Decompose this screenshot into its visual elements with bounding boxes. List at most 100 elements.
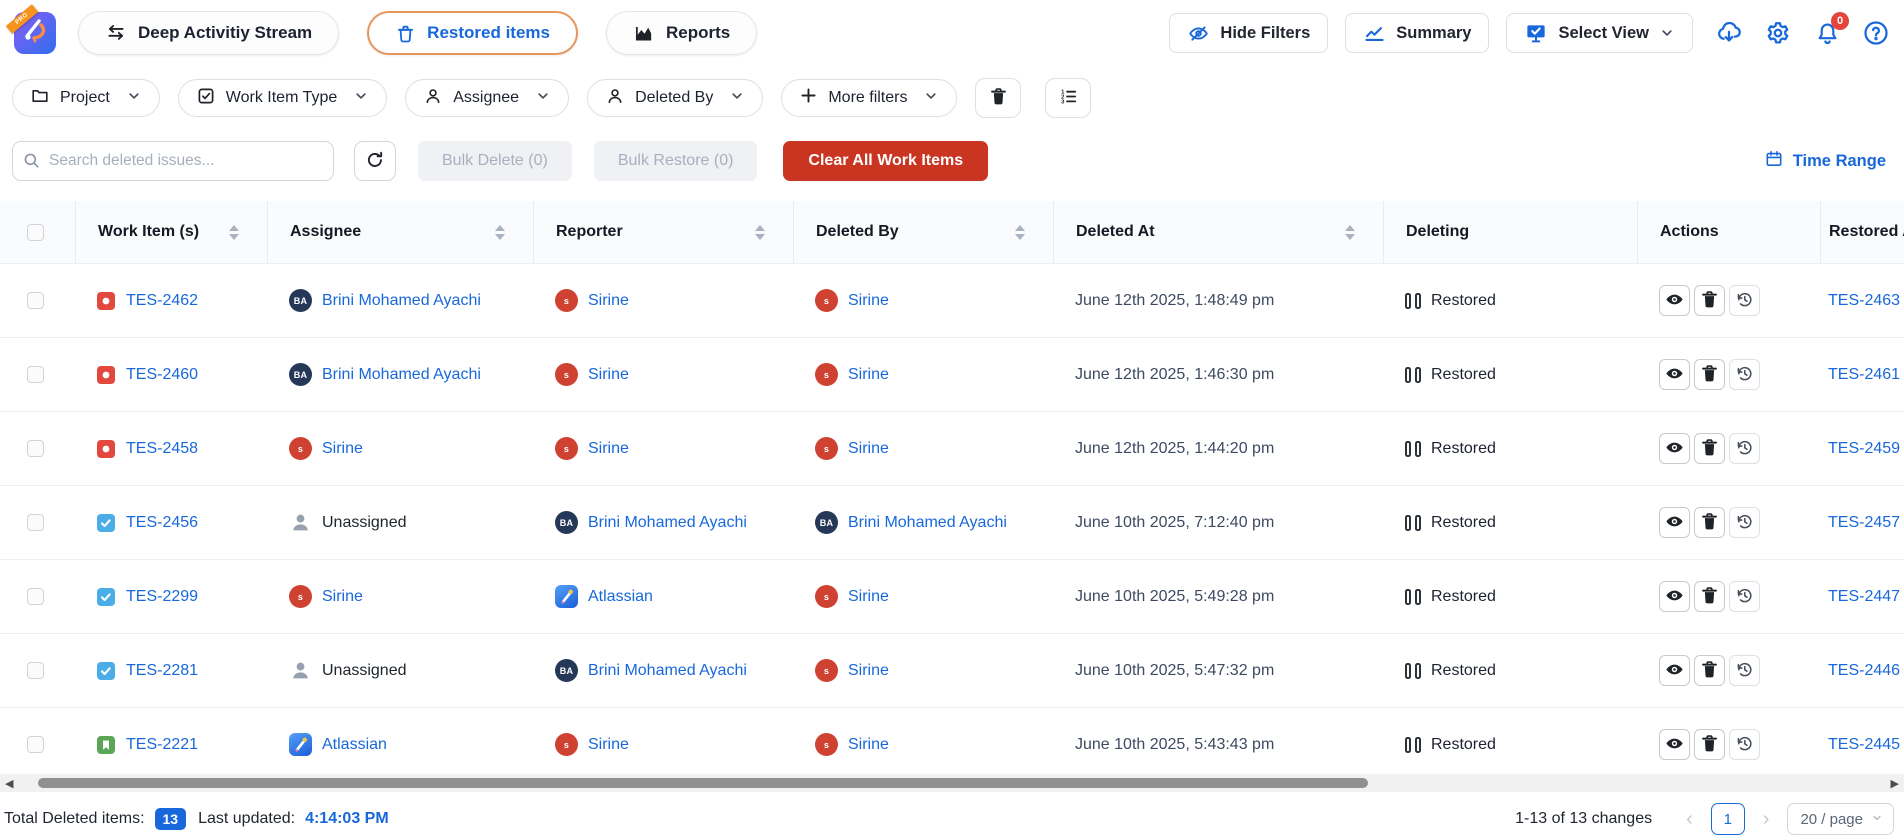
summary-button[interactable]: Summary bbox=[1345, 13, 1489, 53]
restored-as-link[interactable]: TES-2459 bbox=[1828, 440, 1900, 458]
user-link[interactable]: Sirine bbox=[322, 588, 363, 606]
work-item-link[interactable]: TES-2456 bbox=[126, 514, 198, 532]
time-range-link[interactable]: Time Range bbox=[1764, 149, 1886, 174]
sort-icon[interactable] bbox=[1015, 225, 1025, 240]
delete-button[interactable] bbox=[1694, 507, 1725, 538]
search-input[interactable] bbox=[12, 141, 334, 181]
column-header-deleted-by[interactable]: Deleted By bbox=[793, 201, 1053, 263]
restored-as-link[interactable]: TES-2447 bbox=[1828, 588, 1900, 606]
help-icon[interactable] bbox=[1862, 19, 1890, 47]
user-link[interactable]: Sirine bbox=[848, 440, 889, 458]
filter-dropdown-work-item-type[interactable]: Work Item Type bbox=[178, 79, 387, 117]
user-link[interactable]: Sirine bbox=[322, 440, 363, 458]
user-link[interactable]: Brini Mohamed Ayachi bbox=[848, 514, 1007, 532]
user-link[interactable]: Sirine bbox=[588, 292, 629, 310]
user-link[interactable]: Brini Mohamed Ayachi bbox=[322, 366, 481, 384]
delete-button[interactable] bbox=[1694, 285, 1725, 316]
app-logo[interactable]: PRO bbox=[14, 12, 56, 54]
restore-history-button[interactable] bbox=[1729, 581, 1760, 612]
row-checkbox[interactable] bbox=[27, 514, 44, 531]
work-item-link[interactable]: TES-2299 bbox=[126, 588, 198, 606]
notification-bell-icon[interactable]: 0 bbox=[1813, 19, 1841, 47]
work-item-link[interactable]: TES-2460 bbox=[126, 366, 198, 384]
column-header-assignee[interactable]: Assignee bbox=[267, 201, 533, 263]
scroll-left-arrow-icon[interactable]: ◀ bbox=[5, 777, 13, 790]
restore-history-button[interactable] bbox=[1729, 285, 1760, 316]
refresh-button[interactable] bbox=[354, 141, 396, 181]
restored-as-link[interactable]: TES-2445 bbox=[1828, 736, 1900, 754]
user-link[interactable]: Sirine bbox=[588, 440, 629, 458]
row-checkbox[interactable] bbox=[27, 662, 44, 679]
row-checkbox[interactable] bbox=[27, 440, 44, 457]
user-link[interactable]: Sirine bbox=[848, 662, 889, 680]
filter-dropdown-deleted-by[interactable]: Deleted By bbox=[587, 79, 763, 117]
view-button[interactable] bbox=[1659, 581, 1690, 612]
delete-button[interactable] bbox=[1694, 581, 1725, 612]
user-link[interactable]: Sirine bbox=[588, 736, 629, 754]
user-link[interactable]: Sirine bbox=[588, 366, 629, 384]
sort-icon[interactable] bbox=[229, 225, 239, 240]
delete-button[interactable] bbox=[1694, 729, 1725, 760]
next-page-icon[interactable]: › bbox=[1759, 809, 1774, 829]
horizontal-scrollbar[interactable]: ◀ ▶ bbox=[0, 774, 1904, 792]
restore-history-button[interactable] bbox=[1729, 729, 1760, 760]
sort-icon[interactable] bbox=[495, 225, 505, 240]
restore-history-button[interactable] bbox=[1729, 433, 1760, 464]
cloud-download-icon[interactable] bbox=[1715, 19, 1743, 47]
row-checkbox[interactable] bbox=[27, 588, 44, 605]
restored-as-link[interactable]: TES-2461 bbox=[1828, 366, 1900, 384]
user-link[interactable]: Atlassian bbox=[588, 588, 653, 606]
view-button[interactable] bbox=[1659, 285, 1690, 316]
column-header-deleted-at[interactable]: Deleted At bbox=[1053, 201, 1383, 263]
numbered-list-button[interactable]: 123 bbox=[1045, 78, 1091, 118]
restored-as-link[interactable]: TES-2446 bbox=[1828, 662, 1900, 680]
select-all-checkbox[interactable] bbox=[27, 224, 44, 241]
view-button[interactable] bbox=[1659, 729, 1690, 760]
restore-history-button[interactable] bbox=[1729, 655, 1760, 686]
filter-dropdown-assignee[interactable]: Assignee bbox=[405, 79, 569, 117]
bulk-restore-button[interactable]: Bulk Restore (0) bbox=[594, 141, 758, 181]
work-item-link[interactable]: TES-2281 bbox=[126, 662, 198, 680]
user-link[interactable]: Sirine bbox=[848, 366, 889, 384]
work-item-link[interactable]: TES-2462 bbox=[126, 292, 198, 310]
view-button[interactable] bbox=[1659, 359, 1690, 390]
sort-icon[interactable] bbox=[1345, 225, 1355, 240]
user-link[interactable]: Brini Mohamed Ayachi bbox=[588, 662, 747, 680]
scroll-right-arrow-icon[interactable]: ▶ bbox=[1891, 777, 1899, 790]
tab-reports[interactable]: Reports bbox=[606, 11, 757, 55]
bulk-delete-button[interactable]: Bulk Delete (0) bbox=[418, 141, 572, 181]
user-link[interactable]: Sirine bbox=[848, 588, 889, 606]
view-button[interactable] bbox=[1659, 655, 1690, 686]
user-link[interactable]: Brini Mohamed Ayachi bbox=[588, 514, 747, 532]
delete-button[interactable] bbox=[1694, 359, 1725, 390]
row-checkbox[interactable] bbox=[27, 292, 44, 309]
view-button[interactable] bbox=[1659, 433, 1690, 464]
filter-dropdown-project[interactable]: Project bbox=[12, 79, 160, 117]
current-page-button[interactable]: 1 bbox=[1711, 803, 1745, 835]
user-link[interactable]: Atlassian bbox=[322, 736, 387, 754]
trash-filled-button[interactable] bbox=[975, 78, 1021, 118]
work-item-link[interactable]: TES-2221 bbox=[126, 736, 198, 754]
restored-as-link[interactable]: TES-2457 bbox=[1828, 514, 1900, 532]
row-checkbox[interactable] bbox=[27, 736, 44, 753]
column-header-work-item-s-[interactable]: Work Item (s) bbox=[75, 201, 267, 263]
column-header-reporter[interactable]: Reporter bbox=[533, 201, 793, 263]
restore-history-button[interactable] bbox=[1729, 359, 1760, 390]
filter-dropdown-more-filters[interactable]: More filters bbox=[781, 79, 957, 117]
restore-history-button[interactable] bbox=[1729, 507, 1760, 538]
clear-all-work-items-button[interactable]: Clear All Work Items bbox=[783, 141, 988, 181]
scrollbar-thumb[interactable] bbox=[38, 778, 1368, 788]
delete-button[interactable] bbox=[1694, 433, 1725, 464]
row-checkbox[interactable] bbox=[27, 366, 44, 383]
prev-page-icon[interactable]: ‹ bbox=[1682, 809, 1697, 829]
user-link[interactable]: Brini Mohamed Ayachi bbox=[322, 292, 481, 310]
work-item-link[interactable]: TES-2458 bbox=[126, 440, 198, 458]
user-link[interactable]: Sirine bbox=[848, 292, 889, 310]
hide-filters-button[interactable]: Hide Filters bbox=[1169, 13, 1328, 53]
tab-deep-activity-stream[interactable]: Deep Activitiy Stream bbox=[78, 11, 339, 55]
settings-gear-icon[interactable] bbox=[1764, 19, 1792, 47]
view-button[interactable] bbox=[1659, 507, 1690, 538]
sort-icon[interactable] bbox=[755, 225, 765, 240]
page-size-select[interactable]: 20 / page bbox=[1787, 803, 1894, 835]
tab-restored-items[interactable]: Restored items bbox=[367, 11, 578, 55]
